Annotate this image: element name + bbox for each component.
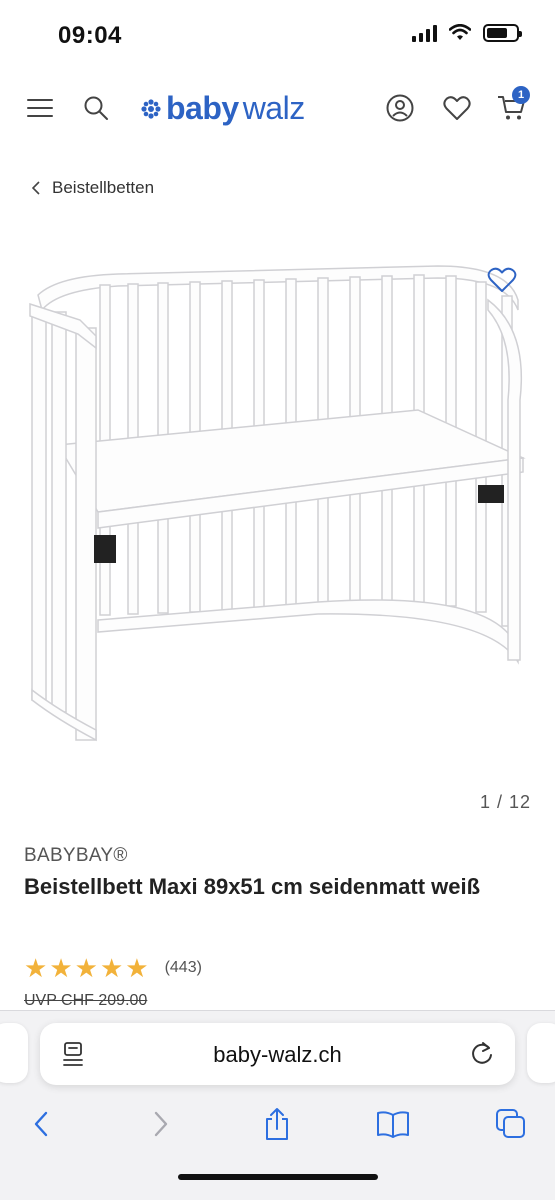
logo[interactable]: baby walz	[140, 90, 305, 127]
account-icon[interactable]	[380, 88, 420, 128]
address-bar[interactable]: baby-walz.ch	[40, 1023, 515, 1085]
star-icon: ★	[24, 953, 48, 983]
status-bar: 09:04	[0, 0, 555, 70]
wifi-icon	[449, 24, 471, 40]
product-brand[interactable]: BABYBAY®	[24, 845, 128, 867]
browser-chrome: baby-walz.ch	[0, 1010, 555, 1200]
bookmarks-icon[interactable]	[368, 1101, 418, 1147]
logo-text-walz: walz	[242, 90, 306, 126]
star-icon: ★	[49, 953, 73, 983]
next-tab[interactable]	[527, 1023, 555, 1083]
uvp-price: UVP CHF 209.00	[24, 992, 148, 1009]
logo-flower-icon	[141, 98, 161, 119]
product-rating[interactable]: ★ ★ ★ ★ ★ (443)	[24, 955, 202, 981]
wishlist-icon[interactable]	[437, 88, 477, 128]
browser-toolbar	[0, 1101, 555, 1151]
share-icon[interactable]	[252, 1101, 302, 1147]
product-title: Beistellbett Maxi 89x51 cm seidenmatt we…	[24, 874, 481, 899]
url-text: baby-walz.ch	[213, 1042, 342, 1067]
status-icons	[412, 24, 522, 42]
back-icon[interactable]	[16, 1101, 66, 1147]
battery-icon	[483, 24, 522, 42]
forward-icon[interactable]	[136, 1101, 186, 1147]
logo-text-baby: baby	[166, 90, 239, 126]
product-image[interactable]	[18, 240, 538, 780]
previous-tab[interactable]	[0, 1023, 28, 1083]
cart-count-badge: 1	[512, 86, 530, 104]
chevron-left-icon	[32, 181, 40, 195]
rating-count: (443)	[164, 959, 202, 976]
site-header: baby walz 1	[0, 70, 555, 152]
product-wishlist-button[interactable]	[480, 258, 524, 302]
search-icon[interactable]	[76, 88, 116, 128]
star-icon: ★	[125, 953, 149, 983]
status-time: 09:04	[58, 22, 122, 49]
cart-icon[interactable]: 1	[492, 86, 532, 128]
crib-illustration	[29, 265, 526, 742]
star-icon: ★	[74, 953, 98, 983]
star-icon: ★	[99, 953, 124, 983]
tabs-icon[interactable]	[486, 1101, 536, 1147]
signal-icon	[412, 24, 437, 42]
home-indicator	[178, 1174, 378, 1180]
breadcrumb-label: Beistellbetten	[52, 178, 155, 197]
breadcrumb[interactable]: Beistellbetten	[32, 178, 154, 198]
reload-icon[interactable]	[469, 1039, 495, 1072]
heart-icon	[487, 267, 517, 292]
image-counter: 1 / 12	[479, 792, 531, 812]
menu-icon[interactable]	[20, 88, 60, 128]
